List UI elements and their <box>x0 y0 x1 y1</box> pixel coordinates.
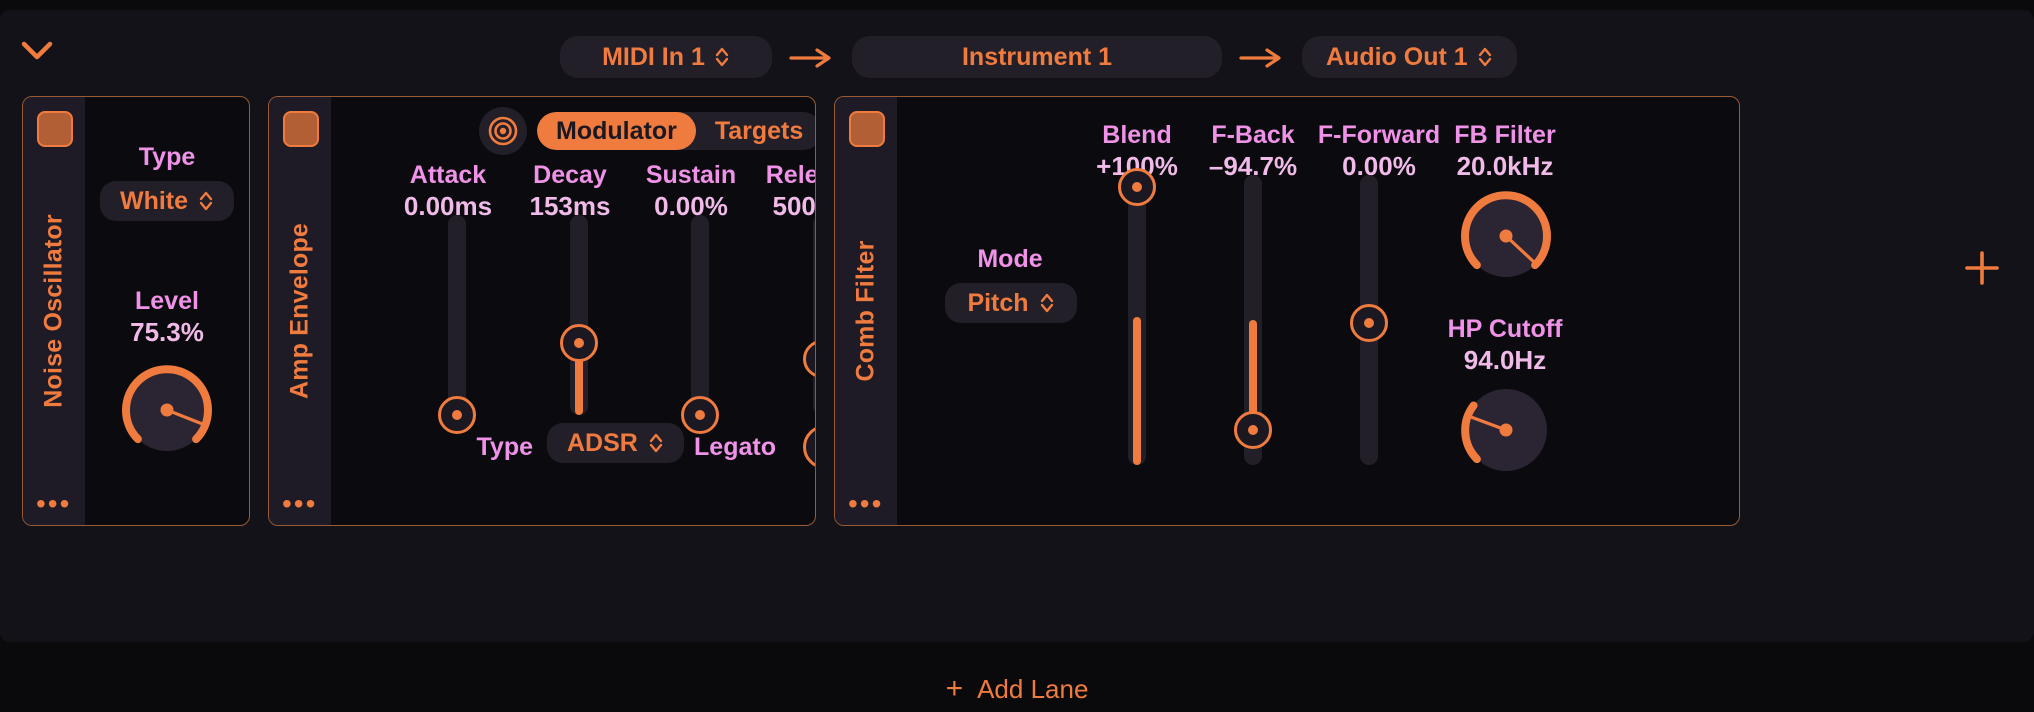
target-icon[interactable] <box>479 107 527 155</box>
add-lane-label: Add Lane <box>977 674 1089 704</box>
decay-slider[interactable] <box>560 215 598 415</box>
add-lane-button[interactable]: + Add Lane <box>0 672 2034 706</box>
noise-level-knob[interactable] <box>112 355 222 465</box>
module-menu-button[interactable]: ••• <box>36 490 71 518</box>
module-rail: Comb Filter ••• <box>835 97 897 525</box>
fforward-slider[interactable] <box>1350 175 1388 465</box>
chevron-updown-icon <box>1477 45 1493 69</box>
module-rail: Noise Oscillator ••• <box>23 97 85 525</box>
legato-label: Legato <box>694 433 776 461</box>
hpcutoff-label: HP Cutoff <box>1447 315 1563 343</box>
comb-mode-label: Mode <box>977 245 1043 273</box>
module-menu-button[interactable]: ••• <box>848 490 883 518</box>
routing-chain: MIDI In 1 Instrument 1 Audio Out 1 <box>560 36 1517 78</box>
midi-input-select[interactable]: MIDI In 1 <box>560 36 772 78</box>
tab-modulator[interactable]: Modulator <box>537 112 696 150</box>
chevron-updown-icon <box>714 45 730 69</box>
fback-slider[interactable] <box>1234 175 1272 465</box>
module-title: Noise Oscillator <box>39 214 68 408</box>
plus-icon: + <box>945 672 964 705</box>
module-amp-envelope[interactable]: Amp Envelope ••• Modulator Targets Attac… <box>268 96 816 526</box>
envelope-type-label: Type <box>476 433 534 461</box>
fbfilter-label: FB Filter <box>1454 121 1556 149</box>
modulator-targets-tabs: Modulator Targets <box>537 112 815 150</box>
instrument-slot[interactable]: Instrument 1 <box>852 36 1222 78</box>
noise-type-label: Type <box>138 143 196 171</box>
envelope-type-select[interactable]: ADSR <box>547 423 684 463</box>
module-color-swatch[interactable] <box>37 111 73 147</box>
module-body: Mode Pitch Blend +100% F-Back –94.7% F-F… <box>897 97 1739 525</box>
chevron-down-icon[interactable] <box>20 38 54 64</box>
release-value: 500ms <box>772 191 816 221</box>
module-title: Comb Filter <box>851 240 880 382</box>
routing-header: MIDI In 1 Instrument 1 Audio Out 1 <box>0 10 2034 78</box>
fbfilter-knob[interactable] <box>1451 181 1561 291</box>
noise-level-value: 75.3% <box>130 317 204 347</box>
legato-toggle[interactable] <box>803 425 815 469</box>
sustain-label: Sustain <box>645 161 737 189</box>
hpcutoff-knob[interactable] <box>1451 375 1561 485</box>
release-slider[interactable] <box>803 215 815 415</box>
sustain-slider[interactable] <box>681 215 719 434</box>
module-noise-oscillator[interactable]: Noise Oscillator ••• Type White Level 75… <box>22 96 250 526</box>
module-body: Type White Level 75.3% <box>85 97 249 525</box>
plugin-window: MIDI In 1 Instrument 1 Audio Out 1 Noise… <box>0 0 2034 712</box>
noise-type-select[interactable]: White <box>99 181 235 221</box>
module-title: Amp Envelope <box>285 222 314 400</box>
module-menu-button[interactable]: ••• <box>282 490 317 518</box>
comb-mode-select[interactable]: Pitch <box>945 283 1077 323</box>
arrow-right-icon-1 <box>772 36 852 78</box>
module-body: Modulator Targets Attack 0.00ms Decay 15… <box>331 97 815 525</box>
blend-slider[interactable] <box>1118 168 1156 465</box>
noise-level-label: Level <box>135 287 199 315</box>
arrow-right-icon-2 <box>1222 36 1302 78</box>
comb-mode-value: Pitch <box>967 288 1029 317</box>
attack-label: Attack <box>409 161 487 189</box>
module-color-swatch[interactable] <box>283 111 319 147</box>
chevron-updown-icon <box>1039 291 1055 315</box>
module-row: Noise Oscillator ••• Type White Level 75… <box>0 96 1740 526</box>
noise-type-value: White <box>119 186 189 215</box>
fbfilter-value: 20.0kHz <box>1456 151 1554 181</box>
instrument-label: Instrument 1 <box>961 42 1113 71</box>
audio-output-label: Audio Out 1 <box>1326 42 1468 71</box>
envelope-type-value: ADSR <box>567 428 638 457</box>
add-module-button[interactable] <box>1962 248 2002 288</box>
decay-label: Decay <box>533 161 607 189</box>
module-rail: Amp Envelope ••• <box>269 97 331 525</box>
chevron-updown-icon <box>648 431 664 455</box>
hpcutoff-value: 94.0Hz <box>1463 345 1547 375</box>
module-comb-filter[interactable]: Comb Filter ••• Mode Pitch Blend +100% F… <box>834 96 1740 526</box>
module-color-swatch[interactable] <box>849 111 885 147</box>
audio-output-select[interactable]: Audio Out 1 <box>1302 36 1517 78</box>
tab-targets[interactable]: Targets <box>696 112 815 150</box>
release-label: Release <box>765 161 815 189</box>
midi-input-label: MIDI In 1 <box>602 42 705 71</box>
chevron-updown-icon <box>198 189 214 213</box>
attack-slider[interactable] <box>438 215 476 434</box>
